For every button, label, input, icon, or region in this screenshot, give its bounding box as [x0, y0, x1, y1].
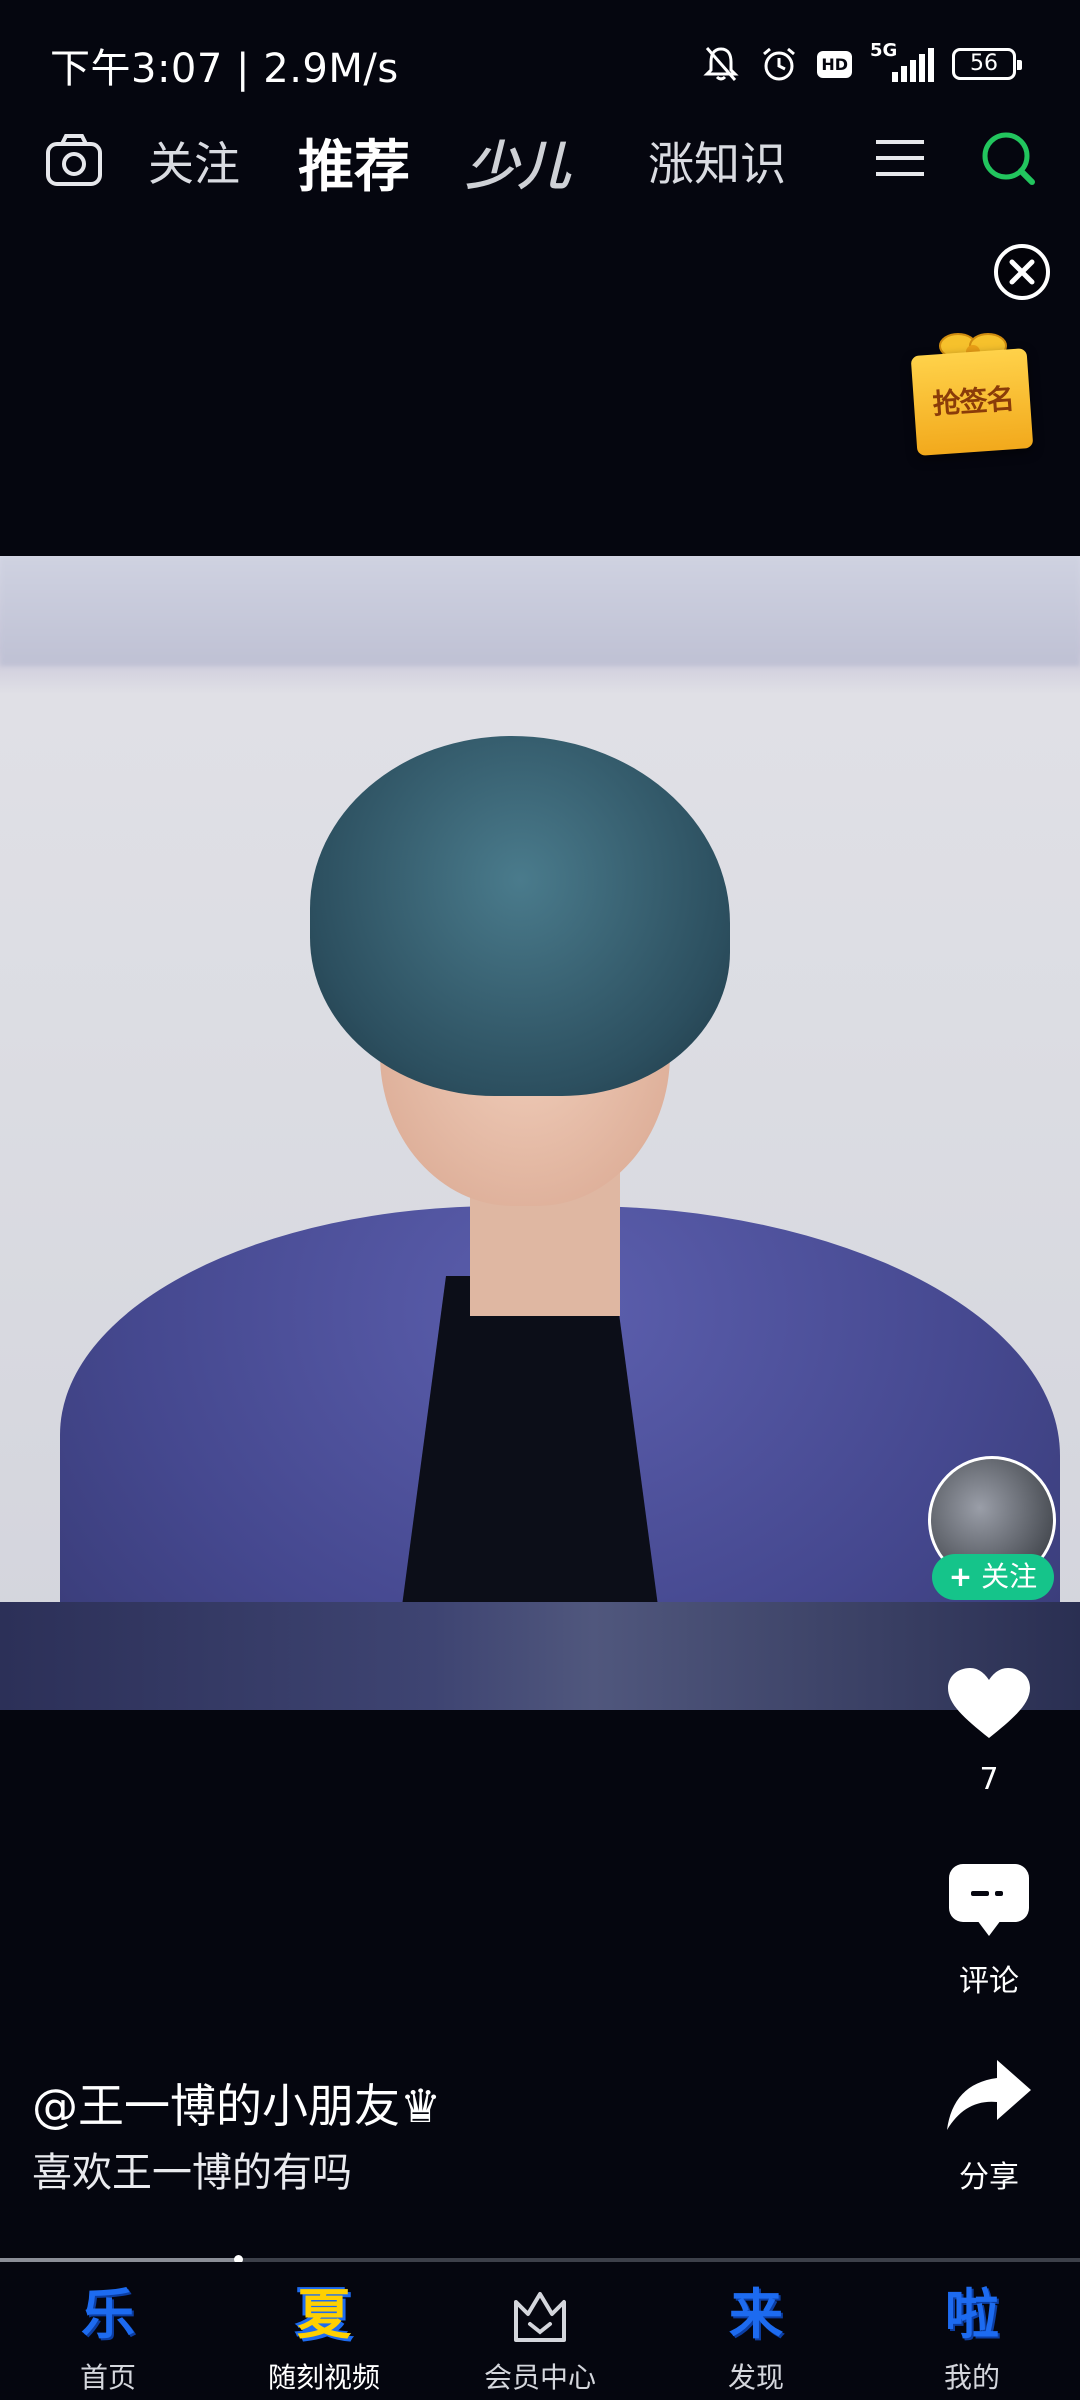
nav-suike-video-label: 随刻视频	[267, 2361, 380, 2394]
nav-discover-label: 发现	[727, 2361, 784, 2394]
crown-icon	[514, 2292, 566, 2342]
menu-icon[interactable]	[874, 136, 926, 180]
tab-recommend[interactable]: 推荐	[298, 122, 410, 203]
status-icons: HD 5G 56	[701, 40, 1022, 88]
gift-promo[interactable]: 抢签名	[908, 318, 1038, 458]
search-icon[interactable]	[978, 128, 1038, 188]
nav-home[interactable]: 乐 首页	[0, 2262, 216, 2400]
share-button[interactable]	[934, 2056, 1044, 2136]
tab-knowledge[interactable]: 涨知识	[648, 128, 786, 194]
me-icon: 啦	[945, 2283, 999, 2346]
share-icon	[947, 2060, 1031, 2130]
gift-label: 抢签名	[931, 382, 1015, 421]
video-subject-hair	[310, 736, 730, 1096]
video-blur-bottom	[0, 1602, 1080, 1710]
battery-icon: 56	[952, 48, 1022, 80]
video-player[interactable]	[0, 556, 1080, 1710]
clock: 下午3:07	[50, 46, 223, 92]
status-time: 下午3:07 | 2.9M/s	[50, 46, 399, 92]
plus-icon: +	[948, 1560, 973, 1593]
nav-home-label: 首页	[79, 2361, 136, 2394]
like-count: 7	[979, 1762, 999, 1797]
comment-icon	[949, 1864, 1029, 1936]
tab-follow[interactable]: 关注	[148, 128, 240, 194]
comment-label: 评论	[959, 1964, 1019, 1999]
nav-me-label: 我的	[943, 2361, 1000, 2394]
nav-me[interactable]: 啦 我的	[864, 2262, 1080, 2400]
home-icon: 乐	[81, 2283, 135, 2346]
video-blur-top	[0, 556, 1080, 666]
heart-icon	[948, 1668, 1030, 1738]
follow-button[interactable]: + 关注	[932, 1554, 1054, 1600]
author-name[interactable]: @王一博的小朋友♛	[32, 2070, 441, 2136]
nav-suike-video[interactable]: 夏 随刻视频	[216, 2262, 432, 2400]
video-caption: 喜欢王一博的有吗	[32, 2150, 352, 2196]
tab-kids[interactable]: 少儿	[466, 124, 570, 199]
bottom-nav: 乐 首页 夏 随刻视频 会员中心 来 发现 啦 我的	[0, 2262, 1080, 2400]
camera-icon[interactable]	[44, 130, 104, 190]
close-promo-button[interactable]	[994, 244, 1050, 300]
network-speed: 2.9M/s	[263, 46, 399, 92]
bell-muted-icon	[703, 47, 739, 81]
status-bar: 下午3:07 | 2.9M/s HD 5G 56	[0, 0, 1080, 120]
alarm-icon	[763, 47, 796, 81]
like-button[interactable]	[934, 1666, 1044, 1746]
hd-icon: HD	[817, 50, 852, 78]
nav-vip-center-label: 会员中心	[483, 2361, 596, 2394]
close-icon	[1009, 259, 1035, 285]
signal-icon: 5G	[870, 40, 934, 84]
summer-icon: 夏	[297, 2283, 351, 2346]
discover-icon: 来	[729, 2283, 783, 2346]
follow-label: 关注	[981, 1560, 1038, 1593]
comment-button[interactable]	[934, 1860, 1044, 1940]
nav-vip-center[interactable]: 会员中心	[432, 2262, 648, 2400]
nav-discover[interactable]: 来 发现	[648, 2262, 864, 2400]
share-label: 分享	[959, 2160, 1019, 2195]
